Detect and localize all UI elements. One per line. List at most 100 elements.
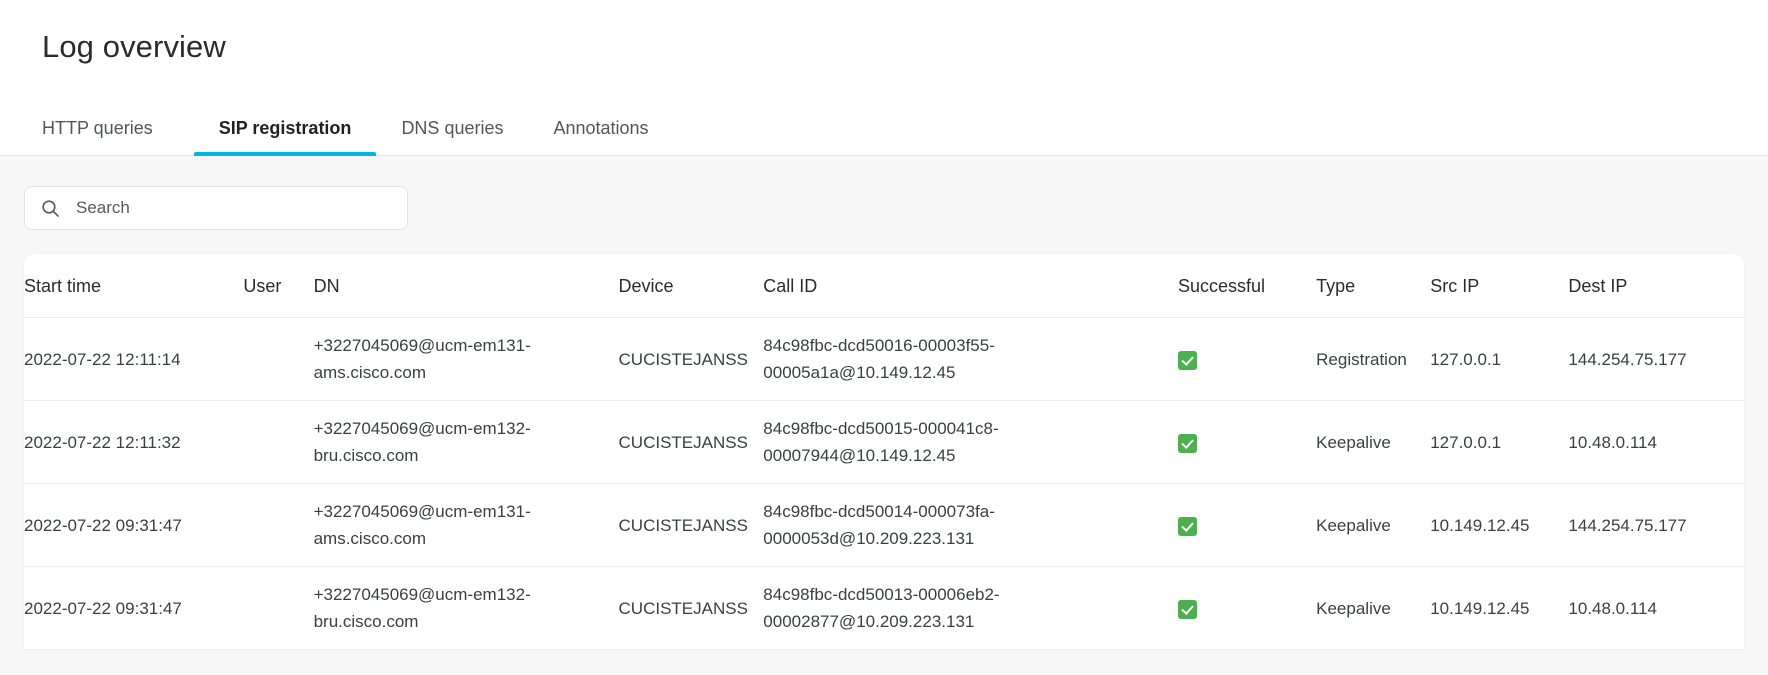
cell-user [243,567,313,650]
cell-device: CUCISTEJANSS [619,567,764,650]
cell-text: CUCISTEJANSS [618,432,748,452]
cell-text: Keepalive [1316,598,1391,618]
log-table-card: Start time User DN Device Call ID Successful T… [24,254,1744,649]
tab-label: HTTP queries [42,118,153,138]
search-icon [41,199,60,218]
cell-text: 2022-07-22 12:11:32 [24,432,181,452]
cell-successful [1177,567,1316,650]
tab-dns-queries[interactable]: DNS queries [376,117,528,155]
cell-text: CUCISTEJANSS [618,349,748,369]
cell-call-id: 84c98fbc-dcd50014-000073fa-0000053d@10.2… [763,483,1178,567]
column-header-type[interactable]: Type [1316,254,1431,318]
cell-type: Keepalive [1316,400,1431,484]
tab-label: DNS queries [401,118,504,138]
table-head: Start time User DN Device Call ID Successful T… [24,254,1744,318]
column-header-label: DN [313,276,340,296]
green-check-icon [1177,433,1197,453]
column-header-label: Start time [24,276,102,296]
column-header-time[interactable]: Start time [24,254,244,318]
cell-text: 10.149.12.45 [1430,515,1530,535]
cell-dn: +3227045069@ucm-em132-bru.cisco.com [314,567,619,650]
cell-dn: +3227045069@ucm-em131-ams.cisco.com [313,317,619,401]
cell-text: 127.0.0.1 [1430,349,1502,369]
green-check-icon [1177,516,1197,536]
green-check-icon [1177,599,1197,619]
column-header-label: Src IP [1430,276,1480,296]
cell-text: +3227045069@ucm-em131-ams.cisco.com [313,336,531,382]
page-title: Log overview [42,29,226,64]
cell-call-id: 84c98fbc-dcd50013-00006eb2-00002877@10.2… [763,567,1178,650]
cell-text: 144.254.75.177 [1568,349,1687,369]
cell-dest-ip: 10.48.0.114 [1568,400,1744,484]
page-body: Start time User DN Device Call ID Successful T… [0,156,1768,675]
cell-call-id: 84c98fbc-dcd50015-000041c8-00007944@10.1… [763,400,1178,484]
table-header-row: Start time User DN Device Call ID Successful T… [24,254,1744,318]
cell-text: +3227045069@ucm-em132-bru.cisco.com [313,419,531,465]
cell-device: CUCISTEJANSS [618,483,764,567]
column-header-user[interactable]: User [243,254,314,318]
search-box[interactable] [24,186,408,230]
cell-device: CUCISTEJANSS [618,400,764,484]
cell-text: 127.0.0.1 [1430,432,1502,452]
cell-dest-ip: 144.254.75.177 [1568,483,1744,567]
table-row[interactable]: 2022-07-22 12:11:32 +3227045069@ucm-em132… [24,400,1744,484]
column-header-device[interactable]: Device [618,254,764,318]
cell-text: 144.254.75.177 [1568,515,1687,535]
cell-text: Keepalive [1316,432,1391,452]
column-header-dn[interactable]: DN [313,254,619,318]
column-header-src[interactable]: Src IP [1430,254,1569,318]
cell-user [243,317,314,401]
table-row[interactable]: 2022-07-22 12:11:14 +3227045069@ucm-em131… [24,317,1744,401]
cell-successful [1177,400,1317,484]
cell-type: Keepalive [1316,567,1430,650]
tab-label: Annotations [553,118,649,138]
column-header-label: Type [1316,276,1356,296]
column-header-dest[interactable]: Dest IP [1568,254,1744,318]
column-header-label: Dest IP [1568,276,1628,296]
cell-text: +3227045069@ucm-em132-bru.cisco.com [313,585,531,631]
table-body: 2022-07-22 12:11:14 +3227045069@ucm-em131… [24,317,1744,650]
tab-http-queries[interactable]: HTTP queries [42,117,178,155]
column-header-callid[interactable]: Call ID [763,254,1178,318]
cell-user [243,400,314,484]
cell-text: 10.48.0.114 [1568,432,1657,452]
cell-text: CUCISTEJANSS [618,515,748,535]
cell-src-ip: 10.149.12.45 [1430,483,1569,567]
log-overview-page: Log overview HTTP queries SIP registratio… [0,0,1768,675]
cell-dest-ip: 144.254.75.177 [1568,317,1744,401]
cell-src-ip: 127.0.0.1 [1430,317,1569,401]
page-header: Log overview [0,0,1768,66]
cell-text: 10.149.12.45 [1430,598,1530,618]
cell-user [243,483,314,567]
cell-text: 10.48.0.114 [1568,598,1657,618]
cell-text: 84c98fbc-dcd50013-00006eb2-00002877@10.2… [763,585,1000,631]
column-header-successful[interactable]: Successful [1177,254,1317,318]
cell-text: 2022-07-22 09:31:47 [24,515,182,535]
table-row[interactable]: 2022-07-22 09:31:47 +3227045069@ucm-em132… [24,567,1744,650]
cell-start-time: 2022-07-22 09:31:47 [24,483,244,567]
cell-device: CUCISTEJANSS [618,317,764,401]
cell-successful [1177,483,1317,567]
search-input[interactable] [74,187,395,229]
column-header-label: User [243,276,282,296]
column-header-label: Successful [1177,276,1265,296]
cell-text: Keepalive [1316,515,1391,535]
cell-text: 2022-07-22 12:11:14 [24,349,181,369]
cell-text: 84c98fbc-dcd50015-000041c8-00007944@10.1… [763,419,999,465]
column-header-label: Call ID [763,276,818,296]
column-header-label: Device [618,276,674,296]
cell-call-id: 84c98fbc-dcd50016-00003f55-00005a1a@10.1… [763,317,1178,401]
toolbar [0,186,1768,230]
tab-annotations[interactable]: Annotations [528,117,673,155]
cell-text: CUCISTEJANSS [618,598,748,618]
tab-active-indicator [193,152,377,156]
cell-text: +3227045069@ucm-em131-ams.cisco.com [313,502,531,548]
cell-text: 84c98fbc-dcd50014-000073fa-0000053d@10.2… [763,502,995,548]
cell-successful [1177,317,1317,401]
cell-start-time: 2022-07-22 12:11:32 [24,400,244,484]
green-check-icon [1177,350,1197,370]
cell-src-ip: 127.0.0.1 [1430,400,1569,484]
tab-label: SIP registration [218,118,352,138]
tab-sip-registration[interactable]: SIP registration [193,117,377,156]
table-row[interactable]: 2022-07-22 09:31:47 +3227045069@ucm-em131… [24,483,1744,567]
